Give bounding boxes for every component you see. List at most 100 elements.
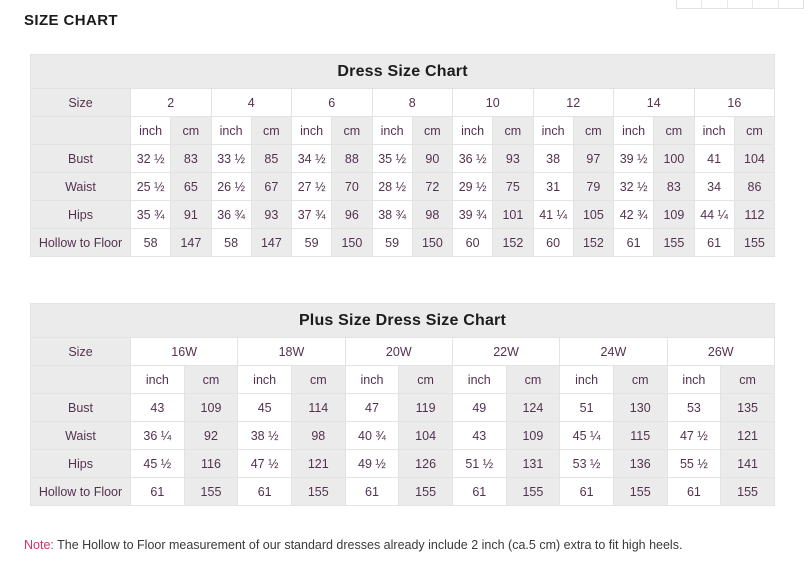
measurement-label: Hollow to Floor [31,229,131,257]
measurement-cell-inch: 35 ½ [372,145,412,173]
measurement-cell-inch: 38 ¾ [372,201,412,229]
standard-size-table-wrapper: Dress Size ChartSize246810121416inchcmin… [30,54,774,257]
unit-header-cm: cm [251,117,291,145]
measurement-cell-cm: 90 [412,145,452,173]
measurement-cell-cm: 97 [573,145,613,173]
size-header-cell: 20W [345,338,452,366]
measurement-cell-cm: 121 [721,422,775,450]
table-row: Bust32 ½8333 ½8534 ½8835 ½9036 ½93389739… [31,145,775,173]
measurement-cell-inch: 47 ½ [667,422,721,450]
measurement-cell-inch: 61 [614,229,654,257]
size-header-cell: 14 [614,89,695,117]
measurement-cell-inch: 53 ½ [560,450,614,478]
table-row: Hips45 ½11647 ½12149 ½12651 ½13153 ½1365… [31,450,775,478]
size-header-cell: 16W [131,338,238,366]
measurement-cell-inch: 29 ½ [453,173,493,201]
size-header-cell: 8 [372,89,453,117]
measurement-cell-inch: 58 [211,229,251,257]
unit-header-row: inchcminchcminchcminchcminchcminchcm [31,366,775,394]
measurement-cell-cm: 152 [573,229,613,257]
measurement-cell-inch: 61 [345,478,399,506]
measurement-cell-inch: 61 [452,478,506,506]
measurement-cell-inch: 32 ½ [614,173,654,201]
size-header-cell: 26W [667,338,774,366]
unit-header-inch: inch [131,366,185,394]
unit-header-cm: cm [613,366,667,394]
unit-header-inch: inch [560,366,614,394]
measurement-cell-inch: 32 ½ [131,145,171,173]
measurement-label: Bust [31,145,131,173]
measurement-cell-cm: 147 [251,229,291,257]
measurement-cell-cm: 67 [251,173,291,201]
unit-header-inch: inch [345,366,399,394]
measurement-cell-inch: 55 ½ [667,450,721,478]
unit-header-cm: cm [506,366,560,394]
measurement-cell-inch: 51 ½ [452,450,506,478]
measurement-label: Hips [31,201,131,229]
unit-header-cm: cm [184,366,238,394]
plus-size-table-wrapper: Plus Size Dress Size ChartSize16W18W20W2… [30,303,774,506]
measurement-cell-cm: 147 [171,229,211,257]
unit-header-cm: cm [654,117,694,145]
top-cropped-table-fragment [676,0,804,9]
size-header-cell: 6 [292,89,373,117]
unit-header-inch: inch [131,117,171,145]
measurement-cell-inch: 34 ½ [292,145,332,173]
measurement-cell-inch: 36 ¼ [131,422,185,450]
measurement-cell-cm: 136 [613,450,667,478]
unit-header-cm: cm [493,117,533,145]
measurement-cell-cm: 104 [399,422,453,450]
measurement-cell-inch: 35 ¾ [131,201,171,229]
measurement-cell-cm: 104 [734,145,774,173]
size-header-row: Size16W18W20W22W24W26W [31,338,775,366]
size-header-row: Size246810121416 [31,89,775,117]
measurement-cell-inch: 61 [694,229,734,257]
unit-header-cm: cm [412,117,452,145]
unit-header-inch: inch [211,117,251,145]
measurement-label: Hips [31,450,131,478]
measurement-cell-cm: 119 [399,394,453,422]
measurement-cell-inch: 58 [131,229,171,257]
measurement-cell-inch: 40 ¾ [345,422,399,450]
measurement-cell-cm: 83 [171,145,211,173]
table-title-row: Dress Size Chart [31,55,775,89]
measurement-cell-cm: 135 [721,394,775,422]
size-header-cell: 22W [452,338,559,366]
measurement-cell-inch: 61 [131,478,185,506]
measurement-cell-inch: 39 ½ [614,145,654,173]
note: Note: The Hollow to Floor measurement of… [24,538,682,552]
measurement-cell-cm: 72 [412,173,452,201]
fragment-cell [779,0,803,8]
measurement-cell-inch: 44 ¼ [694,201,734,229]
measurement-label: Bust [31,394,131,422]
measurement-cell-inch: 33 ½ [211,145,251,173]
measurement-cell-inch: 43 [131,394,185,422]
measurement-cell-cm: 126 [399,450,453,478]
measurement-cell-inch: 45 ½ [131,450,185,478]
measurement-cell-cm: 115 [613,422,667,450]
size-header-cell: 24W [560,338,667,366]
table-row: Waist36 ¼9238 ½9840 ¾1044310945 ¼11547 ½… [31,422,775,450]
measurement-cell-cm: 109 [184,394,238,422]
table-title: Dress Size Chart [31,55,775,89]
measurement-cell-inch: 28 ½ [372,173,412,201]
measurement-cell-cm: 155 [184,478,238,506]
measurement-cell-inch: 27 ½ [292,173,332,201]
measurement-cell-inch: 41 ¼ [533,201,573,229]
unit-header-cm: cm [734,117,774,145]
measurement-cell-cm: 88 [332,145,372,173]
measurement-cell-inch: 36 ¾ [211,201,251,229]
fragment-cell [753,0,778,8]
measurement-cell-cm: 152 [493,229,533,257]
measurement-cell-inch: 45 ¼ [560,422,614,450]
measurement-cell-inch: 34 [694,173,734,201]
measurement-cell-inch: 38 [533,145,573,173]
measurement-cell-inch: 38 ½ [238,422,292,450]
measurement-cell-cm: 150 [412,229,452,257]
measurement-cell-inch: 41 [694,145,734,173]
size-header-cell: 18W [238,338,345,366]
measurement-cell-inch: 59 [372,229,412,257]
measurement-cell-cm: 85 [251,145,291,173]
measurement-cell-cm: 98 [412,201,452,229]
measurement-cell-inch: 59 [292,229,332,257]
